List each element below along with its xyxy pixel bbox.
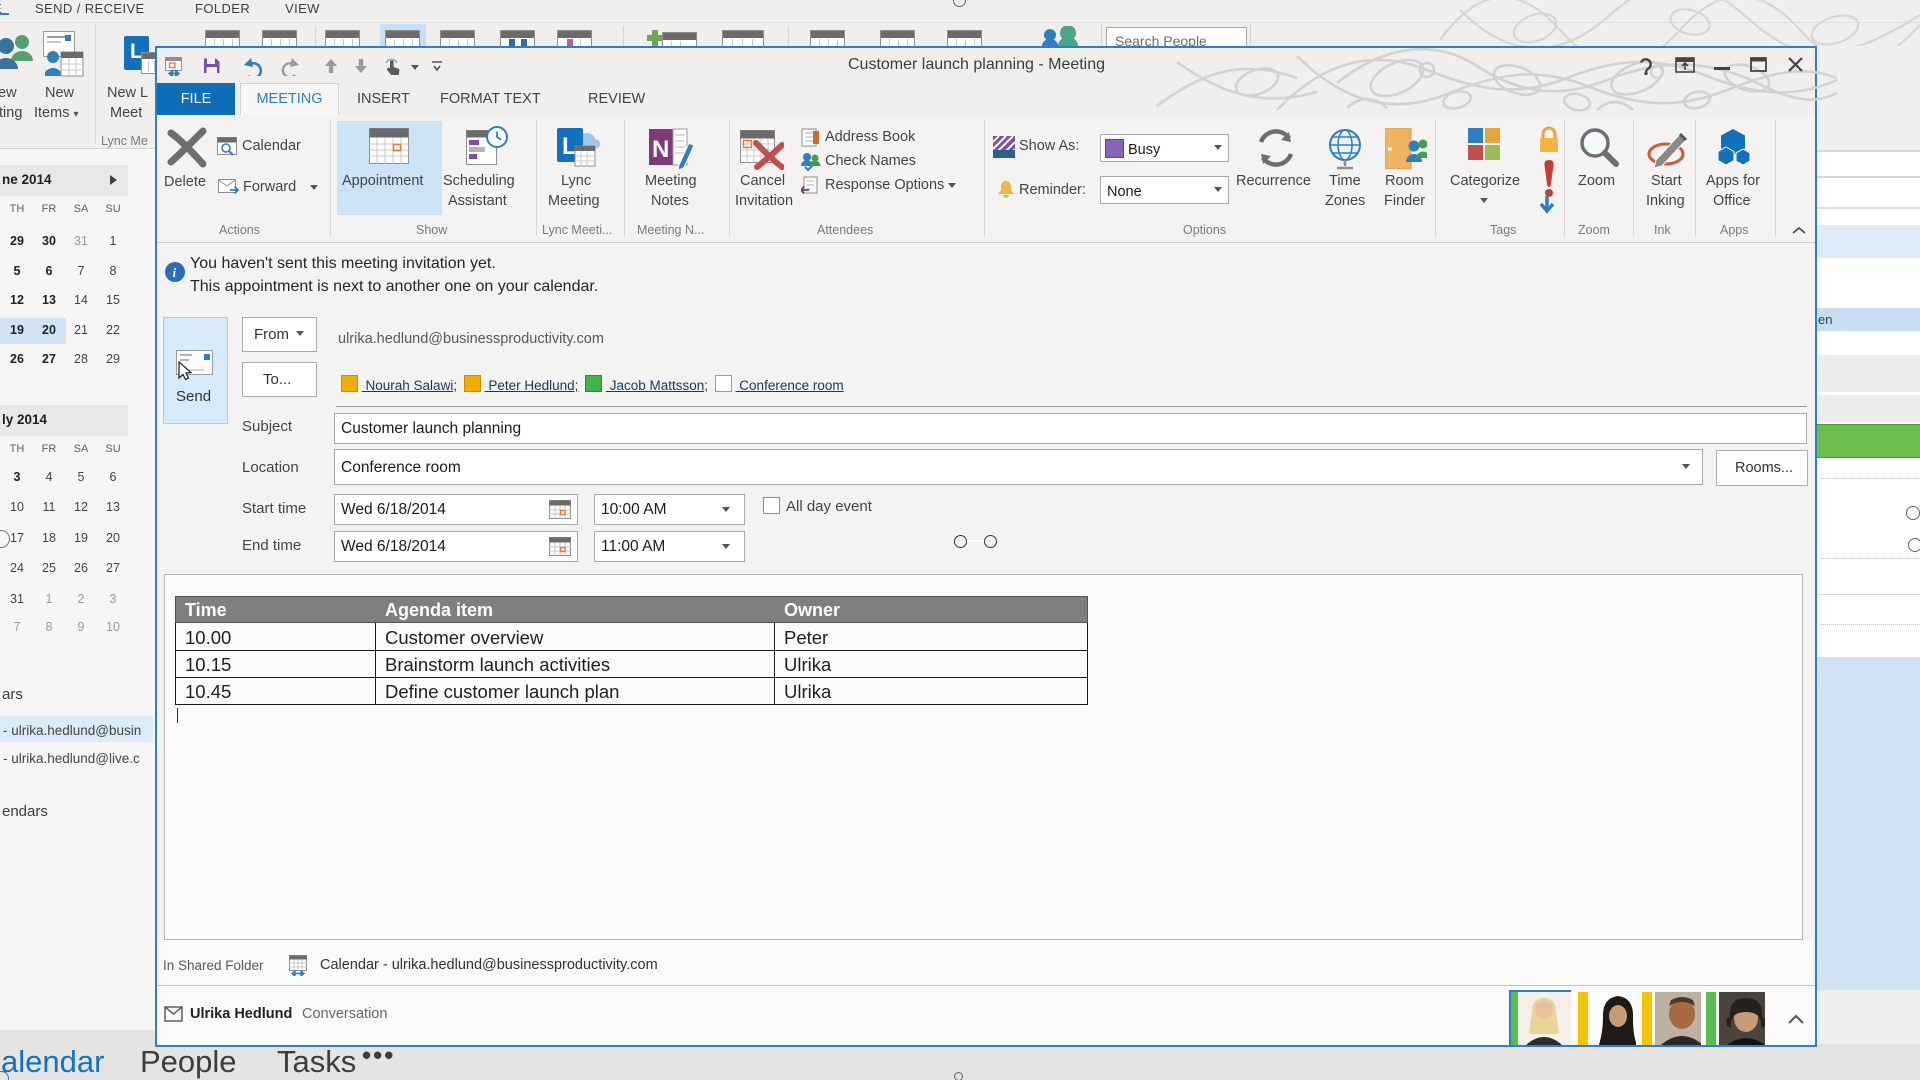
- svg-text:N: N: [652, 136, 669, 163]
- svg-text:L: L: [562, 133, 577, 160]
